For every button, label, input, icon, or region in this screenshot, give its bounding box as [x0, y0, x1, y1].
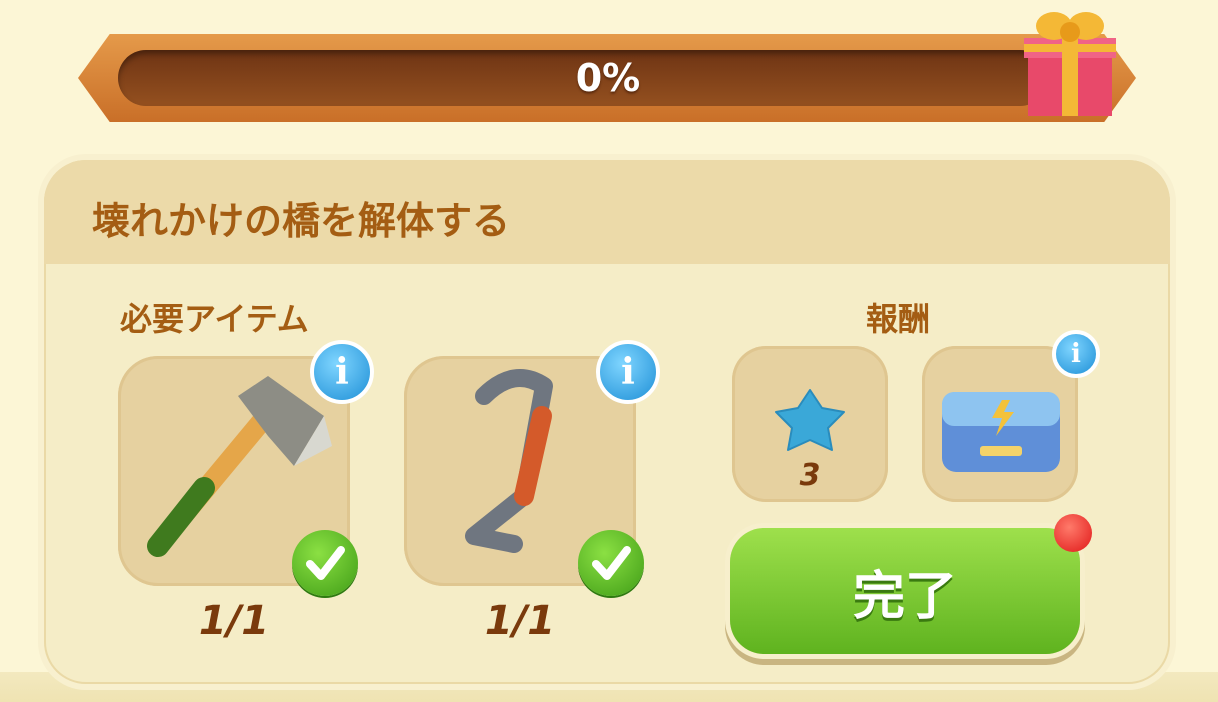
energy-chest-icon: [942, 392, 1060, 472]
required-items-label: 必要アイテム: [120, 300, 309, 338]
info-icon[interactable]: i: [596, 340, 660, 404]
reward-slot-chest[interactable]: [922, 346, 1078, 502]
item-count-axe: 1/1: [198, 598, 270, 644]
info-icon[interactable]: i: [310, 340, 374, 404]
notification-dot: [1054, 514, 1092, 552]
reward-label: 報酬: [866, 300, 931, 338]
progress-label: 0%: [575, 56, 641, 100]
complete-button[interactable]: 完了: [730, 528, 1080, 654]
check-icon: [578, 530, 644, 596]
check-icon: [292, 530, 358, 596]
info-icon[interactable]: i: [1052, 330, 1100, 378]
quest-title: 壊れかけの橋を解体する: [92, 199, 511, 243]
item-count-crowbar: 1/1: [484, 598, 556, 644]
gift-icon[interactable]: [1020, 4, 1120, 120]
reward-count-star: 3: [799, 458, 821, 493]
